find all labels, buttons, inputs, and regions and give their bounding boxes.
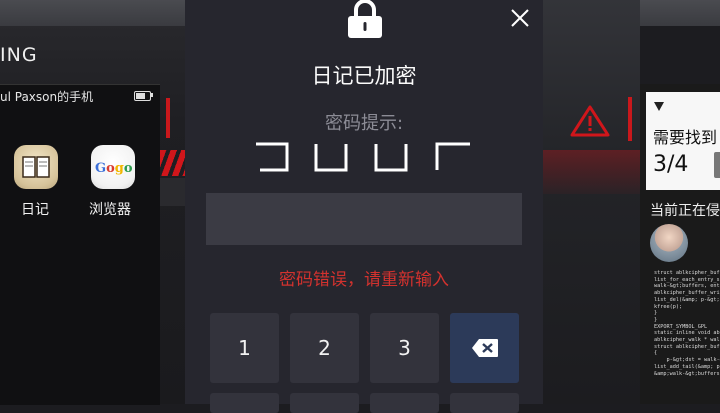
now-status-text: 当前正在侵	[650, 203, 720, 219]
battery-icon	[134, 91, 151, 101]
close-icon[interactable]	[508, 6, 532, 30]
key-row-2-3[interactable]	[370, 393, 439, 413]
password-hint-label: 密码提示:	[324, 113, 404, 134]
battery-tip	[151, 93, 153, 97]
backspace-icon	[471, 339, 498, 357]
key-row-2-4[interactable]	[450, 393, 519, 413]
dark-band	[160, 178, 185, 206]
key-row-2-1[interactable]	[210, 393, 279, 413]
objective-count: 3/4	[653, 152, 689, 177]
warning-icon	[570, 105, 610, 137]
objective-card: 需要找到 3/4	[646, 92, 720, 190]
alert-glow	[543, 150, 640, 194]
error-message: 密码错误，请重新输入	[279, 270, 449, 290]
code-snippet: struct ablkcipher_buffer list_for_each_e…	[654, 270, 720, 377]
book-icon[interactable]	[14, 145, 58, 189]
key-3[interactable]: 3	[370, 313, 439, 383]
svg-text:Gogo: Gogo	[95, 161, 133, 176]
encrypted-diary-dialog: 日记已加密 密码提示: 密码错误，请重新输入 1 2 3	[185, 0, 543, 413]
objective-prompt: 需要找到	[653, 128, 718, 147]
key-2[interactable]: 2	[290, 313, 359, 383]
collapse-triangle-icon[interactable]	[654, 102, 664, 111]
lock-icon	[348, 0, 382, 38]
backspace-key[interactable]	[450, 313, 519, 383]
phone-owner-label: ul Paxson的手机	[0, 90, 94, 104]
alert-bar-left	[166, 98, 170, 138]
phone-screen	[0, 84, 160, 405]
browser-icon[interactable]: Gogo	[91, 145, 135, 189]
dialog-title: 日记已加密	[311, 64, 417, 88]
alert-bar-right	[628, 97, 632, 141]
app-label-browser: 浏览器	[89, 202, 131, 218]
objective-thumb	[714, 152, 720, 178]
app-label-diary: 日记	[21, 202, 49, 218]
key-1[interactable]: 1	[210, 313, 279, 383]
avatar	[650, 224, 688, 262]
key-row-2-2[interactable]	[290, 393, 359, 413]
password-input[interactable]	[206, 193, 522, 245]
background-right-panel	[543, 0, 640, 404]
partial-heading: ING	[0, 44, 38, 66]
password-hint-glyphs	[256, 142, 470, 172]
